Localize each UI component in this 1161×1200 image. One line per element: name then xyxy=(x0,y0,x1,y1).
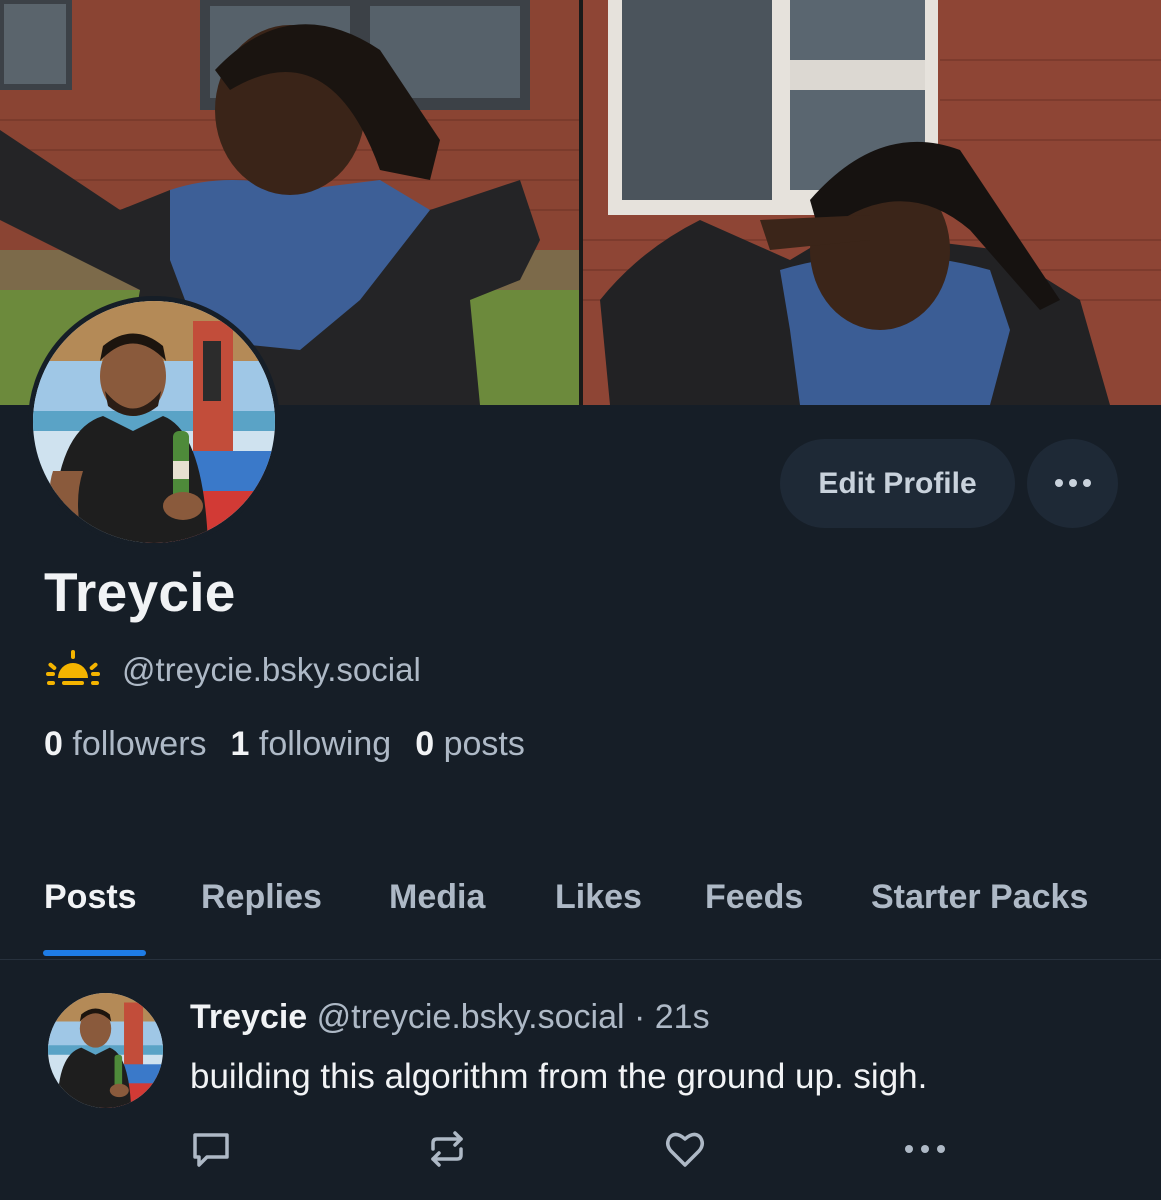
post-author-avatar[interactable] xyxy=(48,993,163,1108)
profile-tabs: Posts Replies Media Likes Feeds Starter … xyxy=(0,868,1161,960)
posts-stat: 0 posts xyxy=(415,725,525,764)
post-timestamp[interactable]: 21s xyxy=(655,998,710,1036)
post-more-button[interactable] xyxy=(902,1126,948,1172)
followers-count: 0 xyxy=(44,725,63,763)
posts-count: 0 xyxy=(415,725,435,763)
sunrise-emoji-icon xyxy=(44,648,102,693)
tab-media[interactable]: Media xyxy=(389,878,485,917)
tab-replies[interactable]: Replies xyxy=(201,878,322,917)
post-separator: · xyxy=(633,998,646,1036)
tab-starter-packs[interactable]: Starter Packs xyxy=(871,878,1088,917)
followers-stat[interactable]: 0 followers xyxy=(44,725,207,764)
like-button[interactable] xyxy=(662,1126,708,1172)
profile-avatar[interactable] xyxy=(28,296,280,548)
following-stat[interactable]: 1 following xyxy=(231,725,392,764)
edit-profile-button[interactable]: Edit Profile xyxy=(780,439,1015,528)
profile-handle-row: @treycie.bsky.social xyxy=(44,648,421,692)
like-icon xyxy=(663,1127,707,1171)
tab-posts[interactable]: Posts xyxy=(44,878,137,917)
profile-page: Edit Profile Treycie @treycie.bsky.socia… xyxy=(0,0,1161,1200)
profile-handle[interactable]: @treycie.bsky.social xyxy=(122,651,421,689)
reply-button[interactable] xyxy=(188,1126,234,1172)
followers-label: followers xyxy=(72,725,207,763)
post-author-name[interactable]: Treycie xyxy=(190,998,307,1036)
reply-icon xyxy=(189,1127,233,1171)
active-tab-indicator xyxy=(43,950,146,956)
profile-more-button[interactable] xyxy=(1027,439,1118,528)
profile-display-name: Treycie xyxy=(44,561,236,623)
post-body-text: building this algorithm from the ground … xyxy=(190,1057,928,1096)
following-count: 1 xyxy=(230,725,250,763)
tab-feeds[interactable]: Feeds xyxy=(705,878,803,917)
repost-button[interactable] xyxy=(424,1126,470,1172)
following-label: following xyxy=(258,725,392,763)
posts-label: posts xyxy=(443,725,525,763)
post-header: Treycie @treycie.bsky.social · 21s xyxy=(190,998,710,1037)
profile-stats: 0 followers 1 following 0 posts xyxy=(44,725,525,764)
ellipsis-icon xyxy=(1053,476,1093,491)
tab-likes[interactable]: Likes xyxy=(555,878,642,917)
post-author-handle[interactable]: @treycie.bsky.social xyxy=(317,998,625,1036)
repost-icon xyxy=(425,1127,469,1171)
more-icon xyxy=(903,1143,947,1155)
